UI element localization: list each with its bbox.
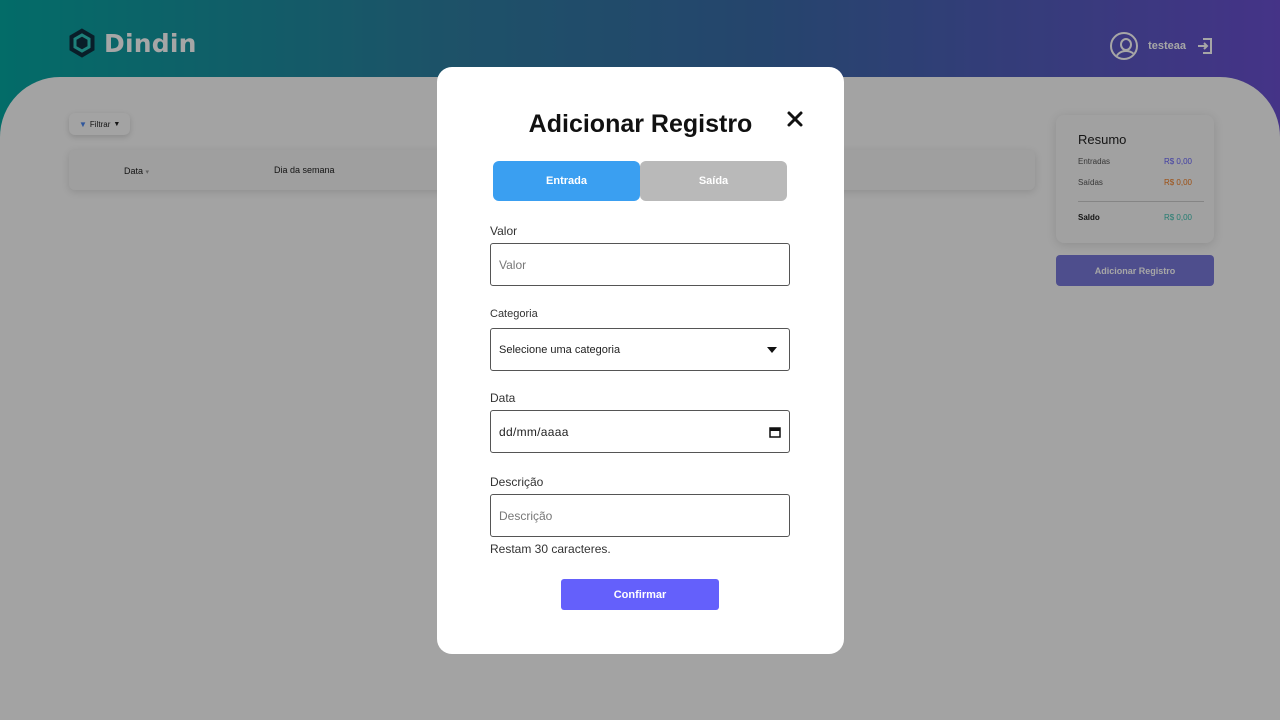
categoria-selected: Selecione uma categoria bbox=[499, 343, 621, 356]
descricao-field-wrapper bbox=[490, 494, 790, 537]
modal-title: Adicionar Registro bbox=[528, 110, 753, 138]
date-input[interactable]: dd/mm/aaaa bbox=[490, 410, 790, 453]
categoria-select[interactable]: Selecione uma categoria bbox=[490, 328, 790, 371]
data-label: Data bbox=[490, 391, 516, 405]
char-counter: Restam 30 caracteres. bbox=[490, 542, 611, 556]
confirm-button[interactable]: Confirmar bbox=[561, 579, 719, 610]
calendar-icon[interactable] bbox=[769, 426, 781, 438]
descricao-input[interactable] bbox=[499, 508, 781, 523]
categoria-label: Categoria bbox=[490, 308, 538, 320]
entry-type-toggle: Entrada Saída bbox=[493, 161, 787, 201]
valor-field-wrapper bbox=[490, 243, 790, 286]
dropdown-caret-icon bbox=[767, 346, 777, 353]
descricao-label: Descrição bbox=[490, 475, 544, 489]
tab-entrada[interactable]: Entrada bbox=[493, 161, 640, 201]
tab-saida[interactable]: Saída bbox=[640, 161, 787, 201]
date-value: dd/mm/aaaa bbox=[499, 424, 569, 439]
add-record-modal: Adicionar Registro Entrada Saída Valor C… bbox=[437, 67, 844, 654]
valor-label: Valor bbox=[490, 224, 518, 238]
valor-input[interactable] bbox=[499, 257, 781, 272]
close-icon[interactable] bbox=[786, 110, 804, 128]
